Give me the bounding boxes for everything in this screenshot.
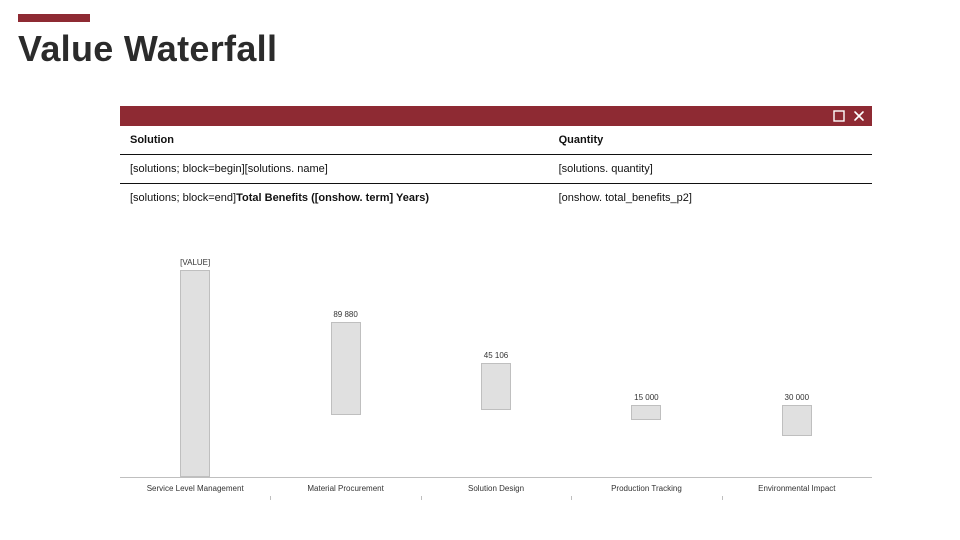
- footer-label: Total Benefits ([onshow. term] Years): [236, 192, 429, 204]
- cell-solution-qty: [solutions. quantity]: [549, 155, 872, 184]
- bar-value-label: 89 880: [333, 310, 357, 319]
- chart-lane: 45 106: [421, 270, 571, 477]
- table-header-band: [120, 106, 872, 126]
- category-label: Environmental Impact: [722, 478, 872, 500]
- cell-total-label: [solutions; block=end]Total Benefits ([o…: [120, 184, 549, 213]
- category-row: Service Level ManagementMaterial Procure…: [120, 478, 872, 500]
- waterfall-bar: [631, 405, 661, 421]
- category-label: Solution Design: [421, 478, 571, 500]
- table-panel: Solution Quantity [solutions; block=begi…: [120, 106, 872, 212]
- bar-value-label: 30 000: [785, 393, 809, 402]
- table-footer-row: [solutions; block=end]Total Benefits ([o…: [120, 184, 872, 213]
- waterfall-bar: [331, 322, 361, 415]
- chart-lane: 30 000: [722, 270, 872, 477]
- fullscreen-icon[interactable]: [832, 109, 846, 123]
- close-icon[interactable]: [852, 109, 866, 123]
- th-quantity: Quantity: [549, 126, 872, 155]
- waterfall-bar: [180, 270, 210, 477]
- category-label: Service Level Management: [120, 478, 270, 500]
- footer-prefix: [solutions; block=end]: [130, 192, 236, 204]
- category-label: Production Tracking: [571, 478, 721, 500]
- chart-lane: [VALUE]: [120, 270, 270, 477]
- accent-bar: [18, 14, 90, 22]
- cell-total-value: [onshow. total_benefits_p2]: [549, 184, 872, 213]
- chart-lane: 89 880: [270, 270, 420, 477]
- bar-value-label: [VALUE]: [180, 258, 210, 267]
- page-title: Value Waterfall: [18, 28, 942, 70]
- bar-value-label: 15 000: [634, 393, 658, 402]
- waterfall-bar: [481, 363, 511, 410]
- th-solution: Solution: [120, 126, 549, 155]
- cell-solution-name: [solutions; block=begin][solutions. name…: [120, 155, 549, 184]
- category-label: Material Procurement: [270, 478, 420, 500]
- solutions-table: Solution Quantity [solutions; block=begi…: [120, 126, 872, 212]
- waterfall-bar: [782, 405, 812, 436]
- bar-value-label: 45 106: [484, 351, 508, 360]
- table-row: [solutions; block=begin][solutions. name…: [120, 155, 872, 184]
- chart-lane: 15 000: [571, 270, 721, 477]
- waterfall-chart: Service Level ManagementMaterial Procure…: [120, 270, 872, 500]
